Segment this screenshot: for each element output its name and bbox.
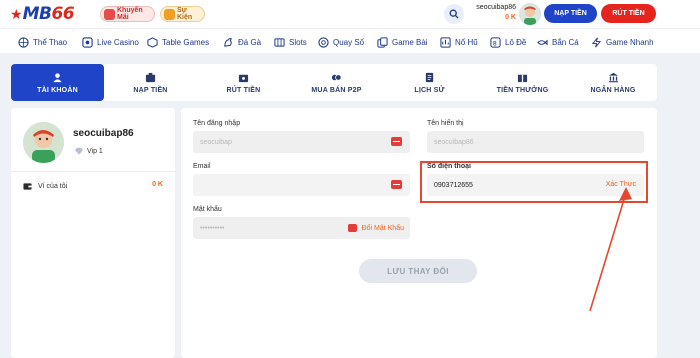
nav-item-lottery[interactable]: Quay Số	[318, 35, 364, 49]
avatar-image	[519, 3, 541, 25]
nav-item-cards[interactable]: Game Bài	[377, 35, 428, 49]
nav-item-table-games[interactable]: Table Games	[147, 35, 209, 49]
withdraw-icon	[238, 74, 249, 82]
vip-level: Vip 1	[75, 147, 103, 155]
jackpot-icon	[440, 36, 451, 48]
fishing-icon	[537, 39, 548, 45]
tab-bonus[interactable]: TIỀN THƯỞNG	[476, 64, 569, 101]
event-icon	[164, 9, 175, 20]
nav-item-fishing[interactable]: Bắn Cá	[537, 35, 579, 49]
password-label: Mật khẩu	[193, 206, 222, 213]
account-tabs: TÀI KHOẢN NẠP TIỀN RÚT TIỀN MUA BÁN P2P …	[11, 64, 657, 101]
coins-icon	[331, 73, 342, 81]
tab-withdraw[interactable]: RÚT TIỀN	[197, 64, 290, 101]
nav-item-live-casino[interactable]: Live Casino	[82, 35, 139, 49]
bank-icon	[608, 72, 618, 82]
login-field[interactable]: seocuibap	[193, 131, 410, 153]
sports-icon	[18, 36, 29, 48]
lock-icon	[347, 224, 357, 232]
avatar[interactable]	[519, 3, 541, 25]
display-name-field[interactable]: seocuibap86	[427, 131, 644, 153]
promotion-label: Khuyến Mãi	[117, 7, 143, 21]
tab-account[interactable]: TÀI KHOẢN	[11, 64, 104, 101]
password-field[interactable]: •••••••••• Đổi Mật Khẩu	[193, 217, 410, 239]
svg-text:8: 8	[493, 39, 497, 47]
wallet-balance: 0 K	[152, 181, 163, 188]
annotation-arrow-icon	[589, 187, 632, 312]
profile-username: seocuibap86	[73, 128, 134, 139]
logo[interactable]: ★ MB 66	[10, 4, 75, 24]
search-icon	[449, 9, 459, 19]
nav-item-slots[interactable]: Slots	[274, 35, 307, 49]
change-password-button[interactable]: Đổi Mật Khẩu	[347, 224, 404, 232]
profile-card: seocuibap86 Vip 1 Ví của tôi 0 K	[11, 108, 175, 358]
bonus-icon	[517, 74, 528, 82]
nav-item-fast-game[interactable]: Game Nhanh	[591, 35, 654, 49]
tab-bank[interactable]: NGÂN HÀNG	[569, 64, 657, 101]
nav-item-sports[interactable]: Thể Thao	[18, 35, 67, 49]
withdraw-button[interactable]: RÚT TIỀN	[601, 4, 656, 23]
search-button[interactable]	[444, 4, 464, 24]
top-header: ★ MB 66 Khuyến Mãi Sự Kiện seocuibap86 0…	[0, 0, 700, 28]
lo-de-icon: 8	[490, 36, 501, 48]
logo-number: 66	[51, 4, 75, 24]
wallet-icon	[23, 182, 32, 190]
save-button[interactable]: LƯU THAY ĐỔI	[359, 259, 477, 283]
header-username: seocuibap86	[476, 4, 516, 11]
email-label: Email	[193, 163, 211, 170]
cards-icon	[377, 36, 388, 48]
my-wallet[interactable]: Ví của tôi 0 K	[23, 180, 163, 192]
nav-item-cockfight[interactable]: Đá Gà	[223, 35, 261, 49]
nav-item-lo-de[interactable]: 8 Lô Đề	[490, 35, 526, 49]
star-icon: ★	[10, 6, 23, 22]
user-info[interactable]: seocuibap86 0 K	[470, 4, 516, 21]
header-balance: 0 K	[505, 14, 516, 21]
event-label: Sự Kiện	[177, 7, 193, 21]
live-casino-icon	[82, 36, 93, 48]
wallet-label: Ví của tôi	[38, 182, 68, 190]
history-icon	[425, 72, 434, 82]
tab-deposit[interactable]: NẠP TIỀN	[104, 64, 197, 101]
logo-text: MB	[22, 4, 52, 24]
avatar-image	[23, 122, 64, 163]
cockfight-icon	[224, 37, 232, 47]
slots-icon	[274, 37, 285, 47]
login-label: Tên đăng nhập	[193, 120, 241, 127]
key-icon	[391, 180, 402, 189]
tab-history[interactable]: LỊCH SỬ	[383, 64, 476, 101]
gift-icon	[104, 9, 115, 20]
nav-item-jackpot[interactable]: Nổ Hũ	[440, 35, 478, 49]
table-games-icon	[147, 36, 158, 48]
game-nav: Thể Thao Live Casino Table Games Đá Gà S…	[0, 28, 700, 53]
promotion-button[interactable]: Khuyến Mãi	[100, 6, 155, 22]
display-name-label: Tên hiển thị	[427, 120, 464, 127]
lottery-icon	[318, 36, 329, 48]
key-icon	[391, 137, 402, 146]
deposit-icon	[145, 72, 156, 82]
fast-game-icon	[591, 37, 602, 47]
deposit-button[interactable]: NẠP TIỀN	[544, 4, 597, 23]
email-field[interactable]	[193, 174, 410, 196]
profile-avatar[interactable]	[23, 122, 64, 163]
diamond-icon	[75, 147, 83, 155]
tab-p2p[interactable]: MUA BÁN P2P	[290, 64, 383, 101]
event-button[interactable]: Sự Kiện	[160, 6, 205, 22]
divider	[11, 171, 175, 172]
user-icon	[53, 72, 62, 82]
